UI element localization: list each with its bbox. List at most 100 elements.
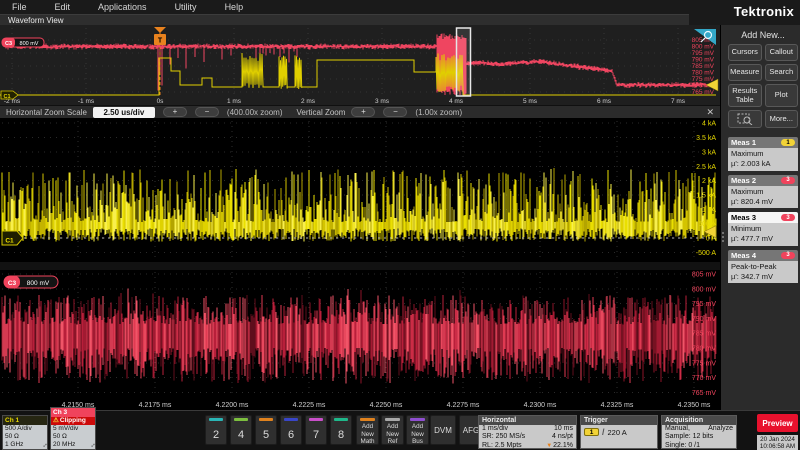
svg-text:3 ms: 3 ms <box>375 98 390 105</box>
channel-5-button[interactable]: 5 <box>255 415 277 445</box>
svg-text:785 mV: 785 mV <box>692 331 716 338</box>
add-new-math-button[interactable]: AddNewMath <box>356 415 379 445</box>
overview-plot: T-2 ms-1 ms0s1 ms2 ms3 ms4 ms5 ms6 ms7 m… <box>0 25 720 105</box>
channel-7-button[interactable]: 7 <box>305 415 327 445</box>
trigger-title: Trigger <box>581 416 657 425</box>
horizontal-row: RL: 2.5 Mpts▼22.1% <box>479 442 576 450</box>
add-new-title: Add New... <box>728 30 798 40</box>
svg-text:4.2300 ms: 4.2300 ms <box>524 402 557 409</box>
source-badge: 3 <box>781 177 795 184</box>
svg-text:-500 A: -500 A <box>696 250 717 257</box>
date-time-display: 20 Jan 2024 10:06:58 AM <box>757 435 798 450</box>
trigger-level: 220 A <box>608 428 627 437</box>
measurement-values: Minimumµ': 477.7 mV <box>728 223 798 246</box>
clipping-warning: ⚠Clipping <box>51 417 95 425</box>
c3-overview-badge[interactable]: C3800 mV <box>2 38 44 47</box>
cursors-button[interactable]: Cursors <box>728 44 762 61</box>
svg-text:1.5 kA: 1.5 kA <box>696 192 716 199</box>
svg-text:4.2250 ms: 4.2250 ms <box>370 402 403 409</box>
v-zoom-factor: (1.00x zoom) <box>415 108 462 117</box>
svg-text:2 ms: 2 ms <box>301 98 316 105</box>
horizontal-zoom-scale-label: Horizontal Zoom Scale <box>6 108 87 117</box>
results-sidebar: Add New... CursorsCalloutMeasureSearchRe… <box>720 25 800 410</box>
tab-waveform-view[interactable]: Waveform View <box>0 16 64 25</box>
measurement-panel[interactable]: Meas 23Maximumµ': 820.4 mV <box>728 175 798 209</box>
svg-text:1 kA: 1 kA <box>702 207 716 214</box>
oscilloscope-app: File Edit Applications Utility Help Waveform… <box>0 0 800 450</box>
svg-text:5 ms: 5 ms <box>523 98 538 105</box>
plot-button[interactable]: Plot <box>765 84 799 107</box>
svg-text:2.5 kA: 2.5 kA <box>696 164 716 171</box>
channel-3-badge[interactable]: Ch 3 ⚠Clipping 5 mV/div50 Ω20 MHz ↕ <box>50 407 96 450</box>
v-zoom-plus-button[interactable]: + <box>351 107 375 117</box>
c3-channel-badge[interactable]: C3800 mV <box>4 276 58 288</box>
horizontal-row: SR: 250 MS/s4 ns/pt <box>479 433 576 441</box>
svg-text:4.2175 ms: 4.2175 ms <box>139 402 172 409</box>
waveform-overview[interactable]: T-2 ms-1 ms0s1 ms2 ms3 ms4 ms5 ms6 ms7 m… <box>0 25 720 105</box>
channel-3-name: Ch 3 <box>51 408 95 417</box>
c1-channel-badge[interactable]: C1 <box>2 231 23 245</box>
channel-1-badge[interactable]: Ch 1 500 A/div50 Ω1 GHz ↕ <box>2 415 48 450</box>
zoom-window-indicator[interactable] <box>457 28 471 96</box>
svg-text:-1 ms: -1 ms <box>78 98 95 105</box>
preview-button[interactable]: Preview <box>757 414 798 432</box>
channel-8-button[interactable]: 8 <box>330 415 352 445</box>
v-zoom-minus-button[interactable]: − <box>383 107 407 117</box>
menu-file[interactable]: File <box>12 2 27 12</box>
horizontal-panel[interactable]: Horizontal 1 ms/div10 msSR: 250 MS/s4 ns… <box>478 415 577 449</box>
bottom-bar: Ch 1 500 A/div50 Ω1 GHz ↕ Ch 3 ⚠Clipping… <box>0 410 800 450</box>
date-label: 20 Jan 2024 <box>757 436 798 443</box>
trigger-panel[interactable]: Trigger 1 / 220 A <box>580 415 658 449</box>
measurement-panel[interactable]: Meas 43Peak-to-Peakµ': 342.7 mV <box>728 250 798 284</box>
h-zoom-factor: (400.00x zoom) <box>227 108 283 117</box>
measurement-values: Maximumµ': 2.003 kA <box>728 148 798 171</box>
menu-applications[interactable]: Applications <box>98 2 147 12</box>
trigger-position-marker[interactable] <box>154 27 166 33</box>
svg-text:3 kA: 3 kA <box>702 149 716 156</box>
acquisition-panel[interactable]: Acquisition Manual,AnalyzeSample: 12 bit… <box>661 415 737 449</box>
menu-edit[interactable]: Edit <box>55 2 71 12</box>
svg-text:2 kA: 2 kA <box>702 178 716 185</box>
channel-setting: 5 mV/div <box>51 425 95 433</box>
menu-utility[interactable]: Utility <box>175 2 197 12</box>
svg-text:4.2275 ms: 4.2275 ms <box>447 402 480 409</box>
search-button[interactable]: Search <box>765 64 799 81</box>
dvm-button[interactable]: DVM <box>430 415 456 445</box>
channel-2-button[interactable]: 2 <box>205 415 227 445</box>
measurement-name: Meas 2 <box>731 176 756 185</box>
drag-grip-icon[interactable] <box>722 232 724 242</box>
svg-text:4.2350 ms: 4.2350 ms <box>678 402 711 409</box>
svg-text:800 mV: 800 mV <box>27 280 50 287</box>
horizontal-title: Horizontal <box>479 416 576 425</box>
svg-text:4.2225 ms: 4.2225 ms <box>293 402 326 409</box>
svg-text:0s: 0s <box>157 98 165 105</box>
tab-bar: Waveform View <box>0 14 689 25</box>
close-icon[interactable]: ✕ <box>706 107 714 118</box>
svg-text:4.2200 ms: 4.2200 ms <box>216 402 249 409</box>
h-zoom-plus-button[interactable]: + <box>163 107 187 117</box>
zoomed-waveform-view[interactable]: 4 kA3.5 kA3 kA2.5 kA2 kA1.5 kA1 kA500 A0… <box>0 119 720 410</box>
h-zoom-minus-button[interactable]: − <box>195 107 219 117</box>
trigger-source-badge: 1 <box>584 428 599 436</box>
measurement-panel[interactable]: Meas 11Maximumµ': 2.003 kA <box>728 137 798 171</box>
measurement-name: Meas 3 <box>731 213 756 222</box>
channel-setting: 500 A/div <box>3 425 47 433</box>
results-table-button[interactable]: Results Table <box>728 84 762 107</box>
measurement-panel[interactable]: Meas 3 3 Minimumµ': 477.7 mV <box>728 212 798 246</box>
svg-text:4 kA: 4 kA <box>702 121 716 128</box>
svg-text:800 mV: 800 mV <box>20 41 39 47</box>
zoom-overlay-icon-button[interactable] <box>728 110 762 128</box>
measure-button[interactable]: Measure <box>728 64 762 81</box>
more--button[interactable]: More... <box>765 110 799 128</box>
menu-help[interactable]: Help <box>225 2 244 12</box>
channel-4-button[interactable]: 4 <box>230 415 252 445</box>
add-new-bus-button[interactable]: AddNewBus <box>406 415 429 445</box>
acquisition-row: Sample: 12 bits <box>662 433 736 441</box>
add-new-ref-button[interactable]: AddNewRef <box>381 415 404 445</box>
callout-button[interactable]: Callout <box>765 44 799 61</box>
horizontal-zoom-scale-input[interactable] <box>93 107 155 118</box>
channel-6-button[interactable]: 6 <box>280 415 302 445</box>
warning-icon: ⚠ <box>53 417 59 424</box>
horizontal-row: 1 ms/div10 ms <box>479 425 576 433</box>
source-badge: 3 <box>781 214 795 221</box>
